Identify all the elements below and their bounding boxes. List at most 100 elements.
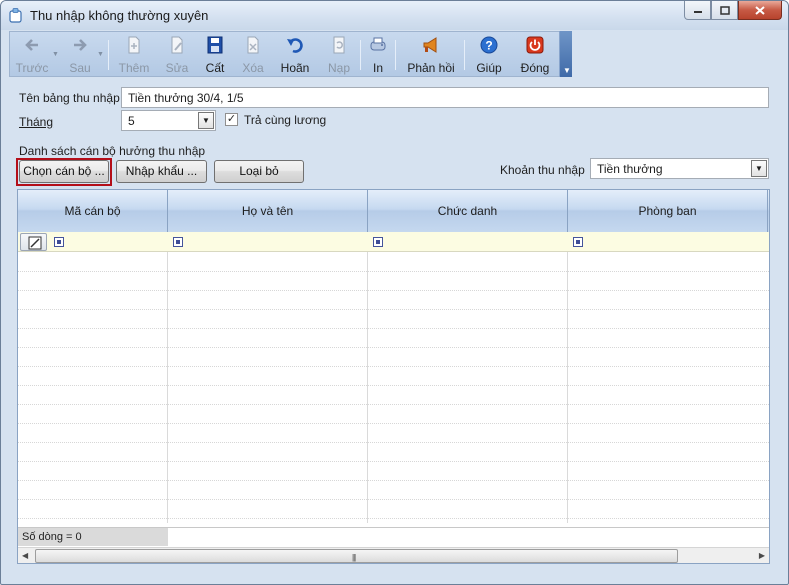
grid-footer: Số dòng = 0 xyxy=(18,527,769,546)
toolbar-edit-label: Sửa xyxy=(165,61,189,75)
close-button[interactable] xyxy=(738,1,782,20)
toolbar-add-label: Thêm xyxy=(118,61,150,75)
toolbar-print-button[interactable]: In xyxy=(365,35,391,75)
reload-icon xyxy=(333,36,345,54)
toolbar-undo-button[interactable]: Hoãn xyxy=(276,35,314,75)
delete-document-icon xyxy=(247,36,259,54)
print-icon xyxy=(370,37,386,51)
toolbar-help-label: Giúp xyxy=(476,61,502,75)
toolbar-reload-button[interactable]: Nạp xyxy=(322,35,356,75)
table-name-input[interactable]: Tiền thưởng 30/4, 1/5 xyxy=(121,87,769,108)
save-icon xyxy=(207,36,223,54)
minimize-icon xyxy=(693,11,702,13)
chevron-down-icon[interactable]: ▼ xyxy=(198,112,214,129)
edit-document-icon xyxy=(171,36,183,54)
undo-icon xyxy=(287,38,303,53)
toolbar-feedback-label: Phản hồi xyxy=(407,61,455,75)
column-header-position[interactable]: Chức danh xyxy=(368,190,568,232)
import-button[interactable]: Nhập khẩu ... xyxy=(116,160,207,183)
scrollbar-thumb[interactable]: ||| xyxy=(35,549,678,563)
scroll-left-icon[interactable]: ◀ xyxy=(22,551,28,560)
toolbar-prev-button[interactable]: Trước xyxy=(12,35,52,75)
grip-icon: ||| xyxy=(352,553,356,562)
grid-row-line xyxy=(18,366,769,367)
toolbar-separator xyxy=(464,40,465,70)
month-select[interactable]: 5 ▼ xyxy=(121,110,216,131)
toolbar-prev-label: Trước xyxy=(15,61,49,75)
chevron-down-icon: ▼ xyxy=(563,66,571,75)
title-bar: Thu nhập không thường xuyên xyxy=(1,1,788,30)
help-icon: ? xyxy=(480,36,498,54)
toolbar-separator xyxy=(360,40,361,70)
toolbar-feedback-button[interactable]: Phản hồi xyxy=(405,35,457,75)
column-header-department[interactable]: Phòng ban xyxy=(568,190,768,232)
grid-row-line xyxy=(18,461,769,462)
grid-row-line xyxy=(18,328,769,329)
toolbar-help-button[interactable]: ? Giúp xyxy=(472,35,506,75)
pay-with-salary-label: Trả cùng lương xyxy=(244,113,327,127)
chevron-down-icon[interactable]: ▼ xyxy=(52,51,59,58)
toolbar: Trước ▼ Sau ▼ Thêm Sửa Cất Xóa Hoãn Nạp … xyxy=(9,31,572,77)
close-icon xyxy=(755,5,765,15)
toolbar-undo-label: Hoãn xyxy=(280,61,310,75)
income-item-select[interactable]: Tiền thưởng ▼ xyxy=(590,158,769,179)
toolbar-separator xyxy=(395,40,396,70)
cell-marker-icon xyxy=(173,237,183,247)
cell-marker-icon xyxy=(573,237,583,247)
grid-header: Mã cán bộ Họ và tên Chức danh Phòng ban xyxy=(18,190,769,232)
maximize-button[interactable] xyxy=(711,1,738,20)
minimize-button[interactable] xyxy=(684,1,711,20)
toolbar-delete-button[interactable]: Xóa xyxy=(236,35,270,75)
row-edit-button[interactable] xyxy=(20,233,47,251)
window-controls xyxy=(684,1,782,21)
grid-row-line xyxy=(18,309,769,310)
grid-row-line xyxy=(18,385,769,386)
income-item-label: Khoản thu nhập xyxy=(500,163,585,177)
toolbar-save-label: Cất xyxy=(205,61,225,75)
select-employee-button[interactable]: Chọn cán bộ ... xyxy=(19,160,109,183)
new-row[interactable] xyxy=(18,232,769,252)
month-value: 5 xyxy=(128,114,135,128)
remove-button[interactable]: Loại bỏ xyxy=(214,160,304,183)
arrow-right-icon xyxy=(74,39,87,51)
pay-with-salary-checkbox[interactable]: ✓ xyxy=(225,113,238,126)
month-label: Tháng xyxy=(19,115,54,129)
cell-marker-icon xyxy=(54,237,64,247)
edit-icon xyxy=(28,236,42,250)
toolbar-save-button[interactable]: Cất xyxy=(199,35,231,75)
toolbar-delete-label: Xóa xyxy=(242,61,264,75)
grid-row-line xyxy=(18,480,769,481)
grid-row-line xyxy=(18,518,769,519)
toolbar-next-label: Sau xyxy=(69,61,91,75)
toolbar-add-button[interactable]: Thêm xyxy=(116,35,152,75)
column-header-employee-code[interactable]: Mã cán bộ xyxy=(18,190,168,232)
add-document-icon xyxy=(128,36,140,54)
toolbar-next-button[interactable]: Sau xyxy=(62,35,98,75)
toolbar-edit-button[interactable]: Sửa xyxy=(160,35,194,75)
toolbar-overflow-button[interactable]: ▼ xyxy=(559,31,572,77)
grid-row-line xyxy=(18,290,769,291)
employee-list-label: Danh sách cán bộ hưởng thu nhập xyxy=(19,144,206,158)
grid-row-line xyxy=(18,442,769,443)
chevron-down-icon[interactable]: ▼ xyxy=(97,51,104,58)
maximize-icon xyxy=(719,5,730,15)
toolbar-reload-label: Nạp xyxy=(327,61,350,75)
chevron-down-icon[interactable]: ▼ xyxy=(751,160,767,177)
row-count: Số dòng = 0 xyxy=(18,528,168,546)
grid-row-line xyxy=(18,347,769,348)
horizontal-scrollbar[interactable]: ◀ ||| ▶ xyxy=(18,547,769,563)
megaphone-icon xyxy=(423,37,437,53)
cell-marker-icon xyxy=(373,237,383,247)
app-icon xyxy=(9,8,22,23)
column-header-full-name[interactable]: Họ và tên xyxy=(168,190,368,232)
grid-row-line xyxy=(18,404,769,405)
arrow-left-icon xyxy=(25,39,38,51)
scroll-right-icon[interactable]: ▶ xyxy=(759,551,765,560)
grid-column-divider xyxy=(567,252,568,523)
window-title: Thu nhập không thường xuyên xyxy=(30,8,209,23)
employee-grid[interactable]: Mã cán bộ Họ và tên Chức danh Phòng ban xyxy=(17,189,770,564)
toolbar-close-button[interactable]: Đóng xyxy=(515,35,555,75)
grid-row-line xyxy=(18,423,769,424)
income-item-value: Tiền thưởng xyxy=(597,162,663,176)
grid-body[interactable] xyxy=(18,252,769,523)
